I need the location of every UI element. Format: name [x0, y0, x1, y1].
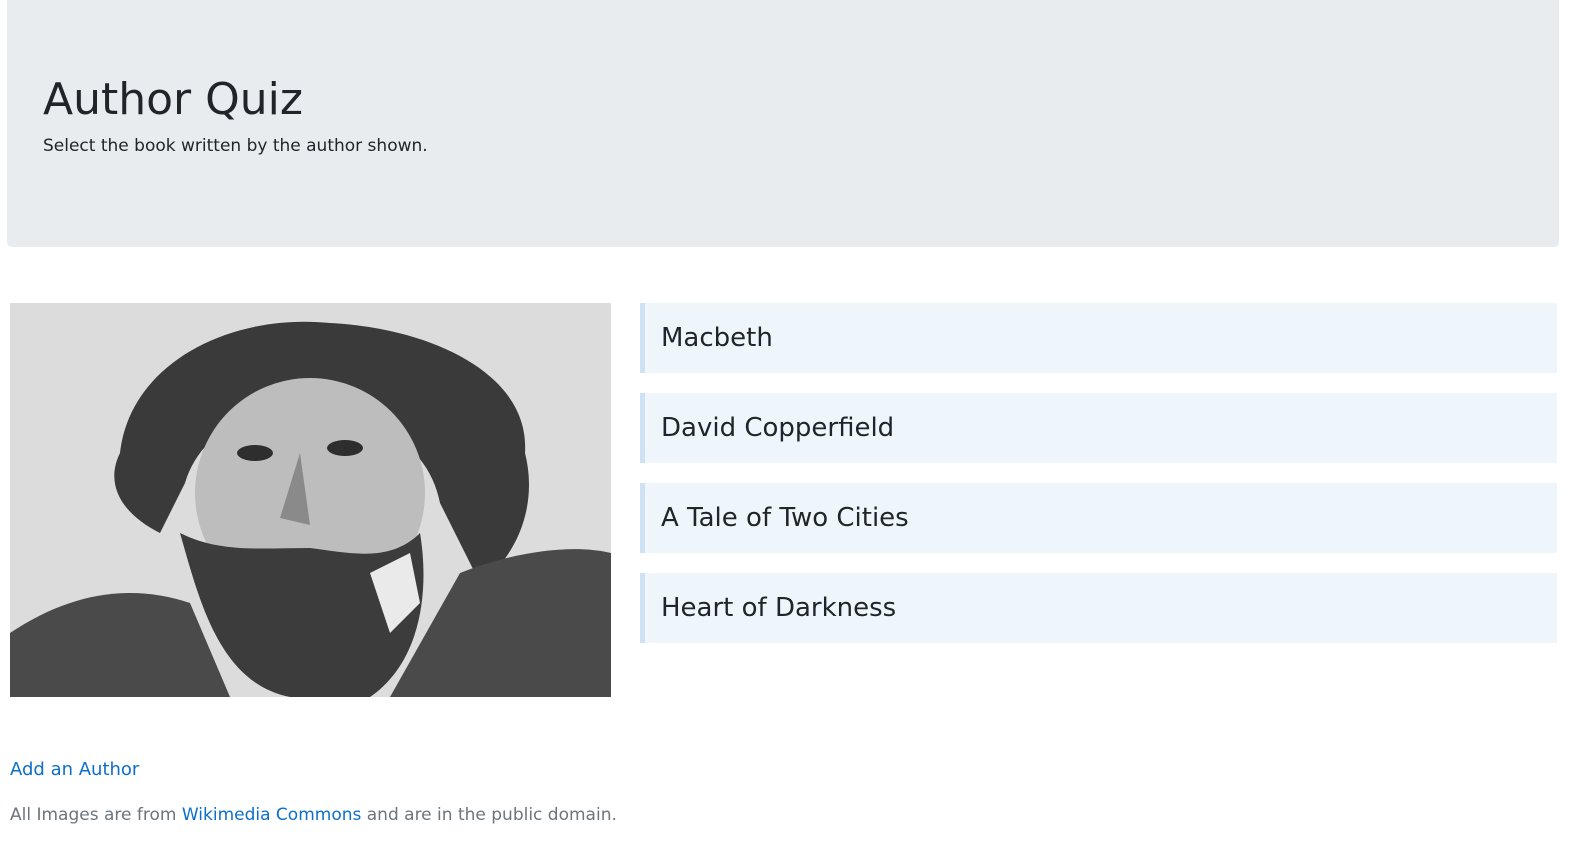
add-author-link[interactable]: Add an Author — [10, 758, 139, 782]
page-title: Author Quiz — [43, 74, 303, 125]
jumbotron-header: Author Quiz Select the book written by t… — [7, 0, 1559, 247]
answer-label: David Copperfield — [661, 413, 895, 443]
page-subtitle: Select the book written by the author sh… — [43, 136, 428, 156]
answer-option[interactable]: Heart of Darkness — [640, 573, 1557, 643]
wikimedia-commons-link[interactable]: Wikimedia Commons — [182, 805, 362, 825]
author-portrait-image — [10, 303, 611, 697]
footer-prefix: All Images are from — [10, 805, 182, 825]
answer-list: Macbeth David Copperfield A Tale of Two … — [640, 303, 1557, 663]
answer-option[interactable]: David Copperfield — [640, 393, 1557, 463]
answer-option[interactable]: A Tale of Two Cities — [640, 483, 1557, 553]
footer-attribution: All Images are from Wikimedia Commons an… — [10, 803, 617, 827]
footer-suffix: and are in the public domain. — [361, 805, 617, 825]
answer-label: A Tale of Two Cities — [661, 503, 909, 533]
answer-label: Macbeth — [661, 323, 773, 353]
answer-label: Heart of Darkness — [661, 593, 897, 623]
answer-option[interactable]: Macbeth — [640, 303, 1557, 373]
author-portrait-icon — [10, 303, 611, 697]
